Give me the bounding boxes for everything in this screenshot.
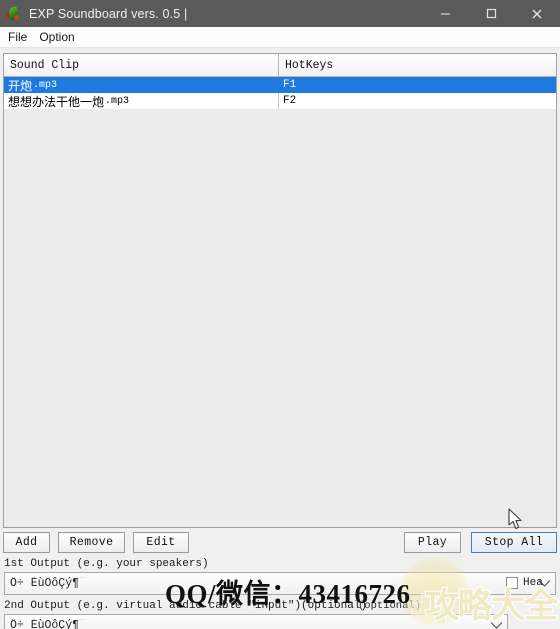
cell-hotkey: F2 bbox=[279, 93, 556, 109]
stop-all-button[interactable]: Stop All bbox=[471, 532, 557, 553]
edit-button[interactable]: Edit bbox=[133, 532, 189, 553]
column-header-sound-clip[interactable]: Sound Clip bbox=[4, 54, 279, 76]
list-header: Sound Clip HotKeys bbox=[4, 54, 556, 77]
hear-checkbox-label: Hea bbox=[523, 577, 543, 589]
column-header-hotkeys[interactable]: HotKeys bbox=[279, 54, 556, 76]
clip-extension: .mp3 bbox=[105, 95, 130, 107]
table-row[interactable]: 开炮 .mp3 F1 bbox=[4, 77, 556, 93]
hear-checkbox[interactable]: Hea bbox=[506, 577, 543, 589]
second-output-optional-note: (optional) bbox=[358, 600, 422, 612]
second-output-select[interactable]: Ö÷ ÉùÒôÇý¶¯ bbox=[4, 614, 508, 629]
hotkey-value: F1 bbox=[283, 79, 297, 91]
first-output-select[interactable]: Ö÷ ÉùÒôÇý¶¯ bbox=[4, 572, 556, 595]
window-controls bbox=[422, 0, 560, 27]
list-body: 开炮 .mp3 F1 想想办法干他一炮 .mp3 F2 bbox=[4, 77, 556, 527]
app-window: EXP Soundboard vers. 0.5 | File Option S… bbox=[0, 0, 560, 629]
sound-clip-list[interactable]: Sound Clip HotKeys 开炮 .mp3 F1 想想办法干他一炮 .mp… bbox=[3, 53, 557, 528]
cell-sound-clip: 开炮 .mp3 bbox=[4, 77, 279, 93]
remove-button[interactable]: Remove bbox=[58, 532, 125, 553]
table-row[interactable]: 想想办法干他一炮 .mp3 F2 bbox=[4, 93, 556, 109]
app-leaf-icon bbox=[6, 5, 22, 22]
menu-bar: File Option bbox=[0, 27, 560, 48]
minimize-icon bbox=[440, 13, 450, 15]
first-output-label: 1st Output (e.g. your speakers) bbox=[4, 558, 209, 570]
title-bar: EXP Soundboard vers. 0.5 | bbox=[0, 0, 560, 27]
close-icon bbox=[532, 9, 542, 18]
window-title: EXP Soundboard vers. 0.5 | bbox=[29, 6, 188, 21]
close-button[interactable] bbox=[514, 0, 560, 27]
first-output-value: Ö÷ ÉùÒôÇý¶¯ bbox=[10, 577, 86, 590]
menu-option[interactable]: Option bbox=[33, 29, 80, 46]
menu-file[interactable]: File bbox=[2, 29, 33, 46]
cell-sound-clip: 想想办法干他一炮 .mp3 bbox=[4, 93, 279, 109]
hear-checkbox-box[interactable] bbox=[506, 577, 518, 589]
hotkey-value: F2 bbox=[283, 95, 297, 107]
maximize-button[interactable] bbox=[468, 0, 514, 27]
second-output-value: Ö÷ ÉùÒôÇý¶¯ bbox=[10, 619, 86, 629]
maximize-icon bbox=[486, 8, 496, 19]
clip-name: 想想办法干他一炮 bbox=[8, 94, 105, 109]
clip-extension: .mp3 bbox=[33, 79, 58, 91]
second-output-label: 2nd Output (e.g. virtual audio cable "in… bbox=[4, 600, 368, 612]
clip-name: 开炮 bbox=[8, 78, 33, 93]
minimize-button[interactable] bbox=[422, 0, 468, 27]
chevron-down-icon[interactable] bbox=[485, 621, 507, 629]
play-button[interactable]: Play bbox=[404, 532, 461, 553]
cell-hotkey: F1 bbox=[279, 77, 556, 93]
list-empty-area bbox=[4, 109, 556, 527]
action-button-bar: Add Remove Edit Play Stop All bbox=[0, 532, 560, 553]
add-button[interactable]: Add bbox=[3, 532, 50, 553]
